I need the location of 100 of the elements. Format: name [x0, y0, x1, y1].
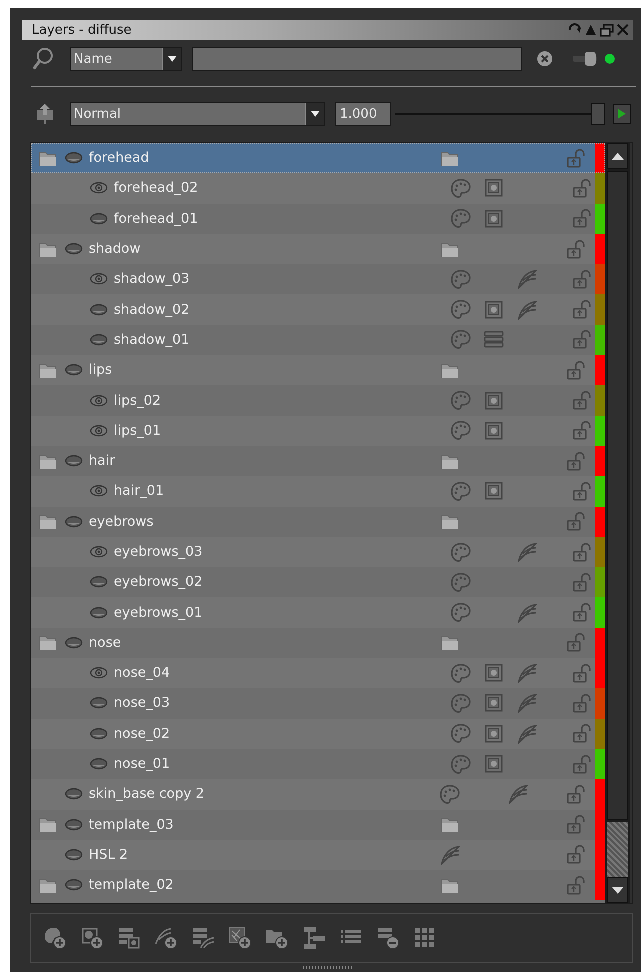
visibility-icon[interactable] [65, 152, 83, 164]
unlock-icon[interactable] [573, 664, 592, 683]
scroll-thumb[interactable] [607, 171, 628, 820]
unlock-icon[interactable] [567, 360, 585, 380]
visibility-icon[interactable] [65, 788, 83, 800]
unlock-icon[interactable] [573, 209, 592, 228]
visibility-icon[interactable] [90, 758, 108, 770]
layer-row[interactable]: nose_02 [31, 718, 605, 749]
visibility-icon[interactable] [65, 455, 83, 468]
restore-icon[interactable] [600, 24, 614, 36]
unlock-icon[interactable] [567, 148, 585, 168]
new-filter-icon[interactable] [228, 926, 252, 950]
layer-row[interactable]: hair [31, 446, 605, 476]
unlock-icon[interactable] [567, 784, 585, 804]
unlock-icon[interactable] [573, 300, 592, 320]
unlock-icon[interactable] [573, 330, 592, 350]
visibility-icon[interactable] [90, 212, 108, 225]
new-effect-icon[interactable] [154, 926, 178, 950]
visibility-icon[interactable] [90, 576, 108, 588]
visibility-icon[interactable] [90, 697, 108, 710]
layer-row[interactable]: eyebrows_02 [31, 567, 605, 598]
new-paint-layer-icon[interactable] [43, 926, 67, 950]
layers-mask-icon[interactable] [117, 926, 141, 950]
unlock-icon[interactable] [573, 482, 592, 501]
remove-layer-icon[interactable] [376, 926, 400, 950]
resize-grip[interactable] [302, 966, 352, 969]
hierarchy-icon[interactable] [302, 926, 326, 950]
export-icon[interactable] [36, 103, 54, 125]
visibility-icon[interactable] [65, 818, 83, 831]
eye-icon[interactable] [90, 394, 108, 407]
unlock-icon[interactable] [567, 876, 585, 895]
scroll-up-button[interactable] [607, 143, 628, 169]
slider-thumb[interactable] [591, 103, 605, 125]
clear-icon[interactable] [537, 51, 553, 67]
window-title: Layers - diffuse [32, 22, 132, 38]
unlock-icon[interactable] [573, 542, 592, 562]
grid-icon[interactable] [413, 926, 437, 950]
visibility-icon[interactable] [65, 636, 83, 649]
unlock-icon[interactable] [573, 724, 592, 744]
visibility-icon[interactable] [65, 516, 83, 528]
scroll-down-button[interactable] [607, 877, 628, 903]
layer-row[interactable]: shadow_03 [31, 264, 605, 294]
eye-icon[interactable] [90, 546, 108, 558]
apply-button[interactable] [613, 104, 631, 124]
unlock-icon[interactable] [567, 452, 585, 471]
eye-icon[interactable] [90, 182, 108, 194]
close-icon[interactable] [617, 24, 629, 36]
layer-row[interactable]: hair_01 [31, 476, 605, 507]
layer-row[interactable]: lips [31, 355, 605, 386]
unlock-icon[interactable] [573, 270, 592, 289]
layer-name: shadow_02 [114, 302, 190, 318]
search-type-dropdown[interactable]: Name [70, 47, 182, 71]
eye-icon[interactable] [90, 424, 108, 437]
eye-icon[interactable] [90, 273, 108, 286]
unlock-icon[interactable] [567, 633, 585, 652]
toggle-switch[interactable] [573, 51, 597, 67]
unlock-icon[interactable] [567, 512, 585, 532]
unlock-icon[interactable] [573, 754, 592, 774]
blend-mode-dropdown[interactable]: Normal [70, 102, 325, 126]
visibility-icon[interactable] [65, 879, 83, 892]
layer-row[interactable]: forehead_02 [31, 173, 605, 204]
layer-row[interactable]: nose_04 [31, 658, 605, 688]
layer-name: nose_04 [114, 665, 170, 682]
unlock-icon[interactable] [573, 391, 592, 410]
visibility-icon[interactable] [90, 334, 108, 346]
layer-row[interactable]: forehead_01 [31, 204, 605, 234]
layer-row[interactable]: HSL 2 [31, 840, 605, 870]
layer-row[interactable]: template_03 [31, 810, 605, 840]
layer-row[interactable]: shadow [31, 234, 605, 264]
unlock-icon[interactable] [573, 603, 592, 622]
layer-row[interactable]: forehead [31, 143, 605, 174]
visibility-icon[interactable] [90, 728, 108, 740]
palette-icon [450, 178, 471, 198]
unlock-icon[interactable] [573, 178, 592, 198]
unlock-icon[interactable] [573, 421, 592, 440]
collapse-icon[interactable] [585, 24, 597, 36]
layer-row[interactable]: eyebrows_01 [31, 597, 605, 628]
opacity-slider[interactable] [395, 102, 605, 126]
unlock-icon[interactable] [567, 815, 585, 834]
visibility-icon[interactable] [65, 243, 83, 256]
layer-row[interactable]: skin_base copy 2 [31, 779, 605, 810]
new-mask-icon[interactable] [80, 926, 104, 950]
unlock-icon[interactable] [573, 694, 592, 713]
search-field[interactable] [192, 47, 522, 71]
unlock-icon[interactable] [567, 240, 585, 259]
layer-row[interactable]: eyebrows_03 [31, 536, 605, 568]
visibility-icon[interactable] [65, 848, 83, 861]
visibility-icon[interactable] [65, 364, 83, 376]
layers-effect-icon[interactable] [191, 926, 215, 950]
scrollbar[interactable] [605, 143, 630, 903]
layer-row[interactable]: shadow_02 [31, 294, 605, 325]
visibility-icon[interactable] [90, 606, 108, 619]
visibility-icon[interactable] [90, 304, 108, 316]
unlock-icon[interactable] [573, 572, 592, 592]
unlock-icon[interactable] [567, 845, 585, 864]
opacity-field[interactable]: 1.000 [335, 102, 391, 126]
layer-row[interactable]: eyebrows [31, 506, 605, 537]
eye-icon[interactable] [90, 667, 108, 680]
layer-row[interactable]: lips_01 [31, 416, 605, 446]
eye-icon[interactable] [90, 485, 108, 498]
